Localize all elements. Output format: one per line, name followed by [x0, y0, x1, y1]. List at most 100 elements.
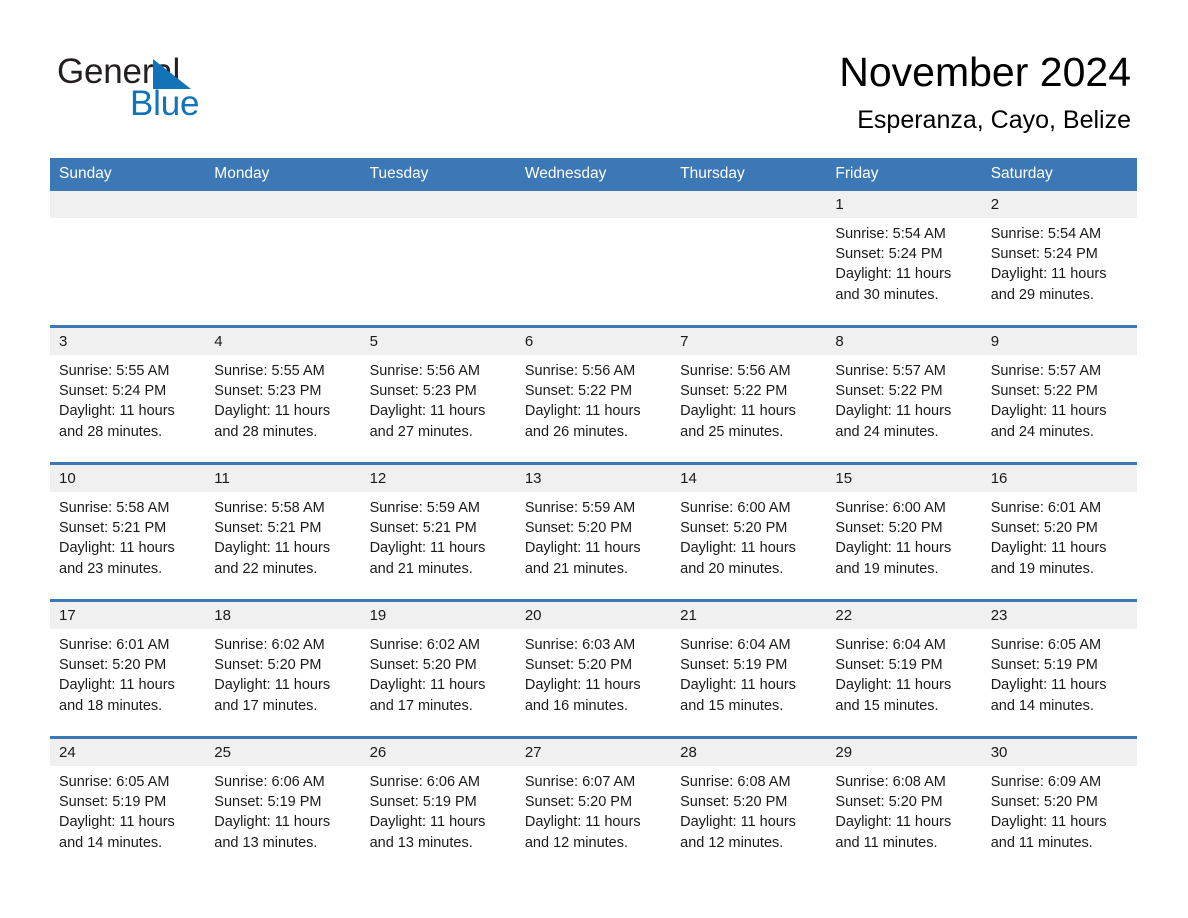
- sunrise-text: Sunrise: 6:07 AM: [524, 774, 636, 790]
- day-details: Sunrise: 6:06 AM Sunset: 5:19 PM Daylight:…: [205, 766, 360, 853]
- calendar-day-cell[interactable]: 8 Sunrise: 5:57 AM Sunset: 5:22 PM Daylight…: [826, 325, 982, 464]
- daylight-text: Daylight: 11 hours and 14 minutes.: [59, 814, 175, 851]
- day-number: 13: [515, 465, 672, 492]
- daylight-text: Daylight: 11 hours and 23 minutes.: [59, 540, 175, 577]
- daylight-text: Daylight: 11 hours and 19 minutes.: [835, 540, 952, 577]
- weekday-header-friday: Friday: [826, 158, 982, 191]
- sunrise-text: Sunrise: 6:01 AM: [990, 500, 1102, 516]
- day-details: Sunrise: 6:06 AM Sunset: 5:19 PM Daylight:…: [361, 766, 516, 853]
- day-number: 27: [515, 739, 672, 766]
- calendar-day-cell[interactable]: 18 Sunrise: 6:02 AM Sunset: 5:20 PM Dayligh…: [205, 599, 361, 738]
- calendar-day-cell[interactable]: 1 Sunrise: 5:54 AM Sunset: 5:24 PM Daylight…: [826, 191, 982, 327]
- sunrise-text: Sunrise: 6:00 AM: [680, 500, 791, 516]
- sunset-text: Sunset: 5:20 PM: [524, 794, 633, 811]
- day-number: 1: [826, 191, 982, 218]
- calendar-day-cell[interactable]: 25 Sunrise: 6:06 AM Sunset: 5:19 PM Dayligh…: [205, 736, 361, 873]
- calendar-day-cell[interactable]: 12 Sunrise: 5:59 AM Sunset: 5:21 PM Dayligh…: [360, 462, 516, 601]
- calendar-day-cell[interactable]: 6 Sunrise: 5:56 AM Sunset: 5:22 PM Daylight…: [515, 325, 672, 464]
- day-number: 3: [50, 328, 206, 355]
- calendar-day-cell[interactable]: 21 Sunrise: 6:04 AM Sunset: 5:19 PM Dayligh…: [671, 599, 827, 738]
- sunset-text: Sunset: 5:21 PM: [214, 520, 322, 537]
- day-number: 12: [360, 465, 516, 492]
- calendar-day-cell[interactable]: 17 Sunrise: 6:01 AM Sunset: 5:20 PM Dayligh…: [50, 599, 206, 738]
- calendar-day-cell[interactable]: 20 Sunrise: 6:03 AM Sunset: 5:20 PM Dayligh…: [515, 599, 672, 738]
- calendar-day-cell[interactable]: 7 Sunrise: 5:56 AM Sunset: 5:22 PM Daylight…: [671, 325, 827, 464]
- general-blue-logo[interactable]: General Blue: [57, 52, 377, 132]
- sunrise-text: Sunrise: 6:04 AM: [680, 637, 791, 653]
- sunset-text: Sunset: 5:24 PM: [835, 246, 943, 263]
- sunrise-text: Sunrise: 5:56 AM: [369, 363, 480, 379]
- day-details: Sunrise: 6:01 AM Sunset: 5:20 PM Daylight:…: [50, 629, 205, 716]
- calendar-cell-empty: [515, 191, 672, 327]
- sunset-text: Sunset: 5:21 PM: [369, 520, 477, 537]
- day-details: Sunrise: 5:54 AM Sunset: 5:24 PM Daylight:…: [982, 218, 1137, 305]
- calendar-day-cell[interactable]: 4 Sunrise: 5:55 AM Sunset: 5:23 PM Daylight…: [205, 325, 361, 464]
- day-details: Sunrise: 6:02 AM Sunset: 5:20 PM Daylight:…: [361, 629, 516, 716]
- day-number: 21: [671, 602, 827, 629]
- calendar-day-cell[interactable]: 11 Sunrise: 5:58 AM Sunset: 5:21 PM Dayligh…: [205, 462, 361, 601]
- calendar-day-cell[interactable]: 3 Sunrise: 5:55 AM Sunset: 5:24 PM Daylight…: [50, 325, 206, 464]
- calendar-day-cell[interactable]: 16 Sunrise: 6:01 AM Sunset: 5:20 PM Dayligh…: [981, 462, 1137, 601]
- calendar-table: Sunday Monday Tuesday Wednesday Thursday…: [50, 158, 1137, 873]
- day-number: [360, 191, 516, 218]
- day-details: Sunrise: 6:04 AM Sunset: 5:19 PM Daylight:…: [826, 629, 981, 716]
- weekday-header-monday: Monday: [205, 158, 361, 191]
- calendar-day-cell[interactable]: 23 Sunrise: 6:05 AM Sunset: 5:19 PM Dayligh…: [981, 599, 1137, 738]
- sunrise-text: Sunrise: 6:00 AM: [835, 500, 946, 516]
- sunset-text: Sunset: 5:22 PM: [990, 383, 1098, 400]
- weekday-header-tuesday: Tuesday: [360, 158, 516, 191]
- daylight-text: Daylight: 11 hours and 16 minutes.: [524, 677, 641, 714]
- day-number: 14: [671, 465, 827, 492]
- calendar-day-cell[interactable]: 14 Sunrise: 6:00 AM Sunset: 5:20 PM Dayligh…: [671, 462, 827, 601]
- sunrise-text: Sunrise: 6:05 AM: [990, 637, 1102, 653]
- sunset-text: Sunset: 5:20 PM: [59, 657, 167, 674]
- calendar-day-cell[interactable]: 29 Sunrise: 6:08 AM Sunset: 5:20 PM Dayligh…: [826, 736, 982, 873]
- sunrise-text: Sunrise: 5:55 AM: [59, 363, 170, 379]
- daylight-text: Daylight: 11 hours and 15 minutes.: [680, 677, 796, 714]
- sunset-text: Sunset: 5:19 PM: [369, 794, 477, 811]
- sunrise-text: Sunrise: 6:09 AM: [990, 774, 1102, 790]
- calendar-day-cell[interactable]: 5 Sunrise: 5:56 AM Sunset: 5:23 PM Daylight…: [360, 325, 516, 464]
- day-details: Sunrise: 5:57 AM Sunset: 5:22 PM Daylight:…: [826, 355, 981, 442]
- calendar-day-cell[interactable]: 30 Sunrise: 6:09 AM Sunset: 5:20 PM Dayligh…: [981, 736, 1137, 873]
- sunrise-text: Sunrise: 6:08 AM: [680, 774, 791, 790]
- daylight-text: Daylight: 11 hours and 13 minutes.: [369, 814, 486, 851]
- daylight-text: Daylight: 11 hours and 15 minutes.: [835, 677, 952, 714]
- sunset-text: Sunset: 5:20 PM: [524, 520, 633, 537]
- calendar-day-cell[interactable]: 22 Sunrise: 6:04 AM Sunset: 5:19 PM Dayligh…: [826, 599, 982, 738]
- calendar-day-cell[interactable]: 28 Sunrise: 6:08 AM Sunset: 5:20 PM Dayligh…: [671, 736, 827, 873]
- calendar-day-cell[interactable]: 27 Sunrise: 6:07 AM Sunset: 5:20 PM Dayligh…: [515, 736, 672, 873]
- sunrise-text: Sunrise: 5:59 AM: [369, 500, 480, 516]
- calendar-cell-empty: [50, 191, 206, 327]
- day-details: Sunrise: 5:54 AM Sunset: 5:24 PM Daylight:…: [826, 218, 981, 305]
- daylight-text: Daylight: 11 hours and 13 minutes.: [214, 814, 331, 851]
- calendar-day-cell[interactable]: 15 Sunrise: 6:00 AM Sunset: 5:20 PM Dayligh…: [826, 462, 982, 601]
- calendar-header-row: Sunday Monday Tuesday Wednesday Thursday…: [50, 158, 1137, 191]
- calendar-week-row: 1 Sunrise: 5:54 AM Sunset: 5:24 PM Daylight…: [50, 191, 1137, 327]
- day-number: [205, 191, 361, 218]
- sunset-text: Sunset: 5:23 PM: [214, 383, 322, 400]
- calendar-day-cell[interactable]: 13 Sunrise: 5:59 AM Sunset: 5:20 PM Dayligh…: [515, 462, 672, 601]
- calendar-day-cell[interactable]: 26 Sunrise: 6:06 AM Sunset: 5:19 PM Dayligh…: [360, 736, 516, 873]
- day-details: Sunrise: 6:05 AM Sunset: 5:19 PM Daylight:…: [982, 629, 1137, 716]
- calendar-week-row: 17 Sunrise: 6:01 AM Sunset: 5:20 PM Dayligh…: [50, 599, 1137, 738]
- sunset-text: Sunset: 5:20 PM: [990, 520, 1098, 537]
- calendar-day-cell[interactable]: 2 Sunrise: 5:54 AM Sunset: 5:24 PM Daylight…: [981, 191, 1137, 327]
- day-details: Sunrise: 5:55 AM Sunset: 5:24 PM Daylight:…: [50, 355, 205, 442]
- calendar-day-cell[interactable]: 19 Sunrise: 6:02 AM Sunset: 5:20 PM Dayligh…: [360, 599, 516, 738]
- calendar-page: General Blue November 2024 Esperanza, Ca…: [0, 0, 1188, 918]
- calendar-day-cell[interactable]: 9 Sunrise: 5:57 AM Sunset: 5:22 PM Daylight…: [981, 325, 1137, 464]
- calendar-day-cell[interactable]: 10 Sunrise: 5:58 AM Sunset: 5:21 PM Dayligh…: [50, 462, 206, 601]
- day-details: Sunrise: 5:59 AM Sunset: 5:21 PM Daylight:…: [361, 492, 516, 579]
- day-details: Sunrise: 6:05 AM Sunset: 5:19 PM Daylight:…: [50, 766, 205, 853]
- page-header: General Blue November 2024 Esperanza, Ca…: [0, 0, 1188, 150]
- sunset-text: Sunset: 5:20 PM: [835, 794, 943, 811]
- day-number: 20: [515, 602, 672, 629]
- calendar-day-cell[interactable]: 24 Sunrise: 6:05 AM Sunset: 5:19 PM Dayligh…: [50, 736, 206, 873]
- daylight-text: Daylight: 11 hours and 21 minutes.: [369, 540, 486, 577]
- day-number: 16: [981, 465, 1137, 492]
- day-number: 29: [826, 739, 982, 766]
- calendar-cell-empty: [671, 191, 827, 327]
- day-number: 5: [360, 328, 516, 355]
- day-number: 24: [50, 739, 206, 766]
